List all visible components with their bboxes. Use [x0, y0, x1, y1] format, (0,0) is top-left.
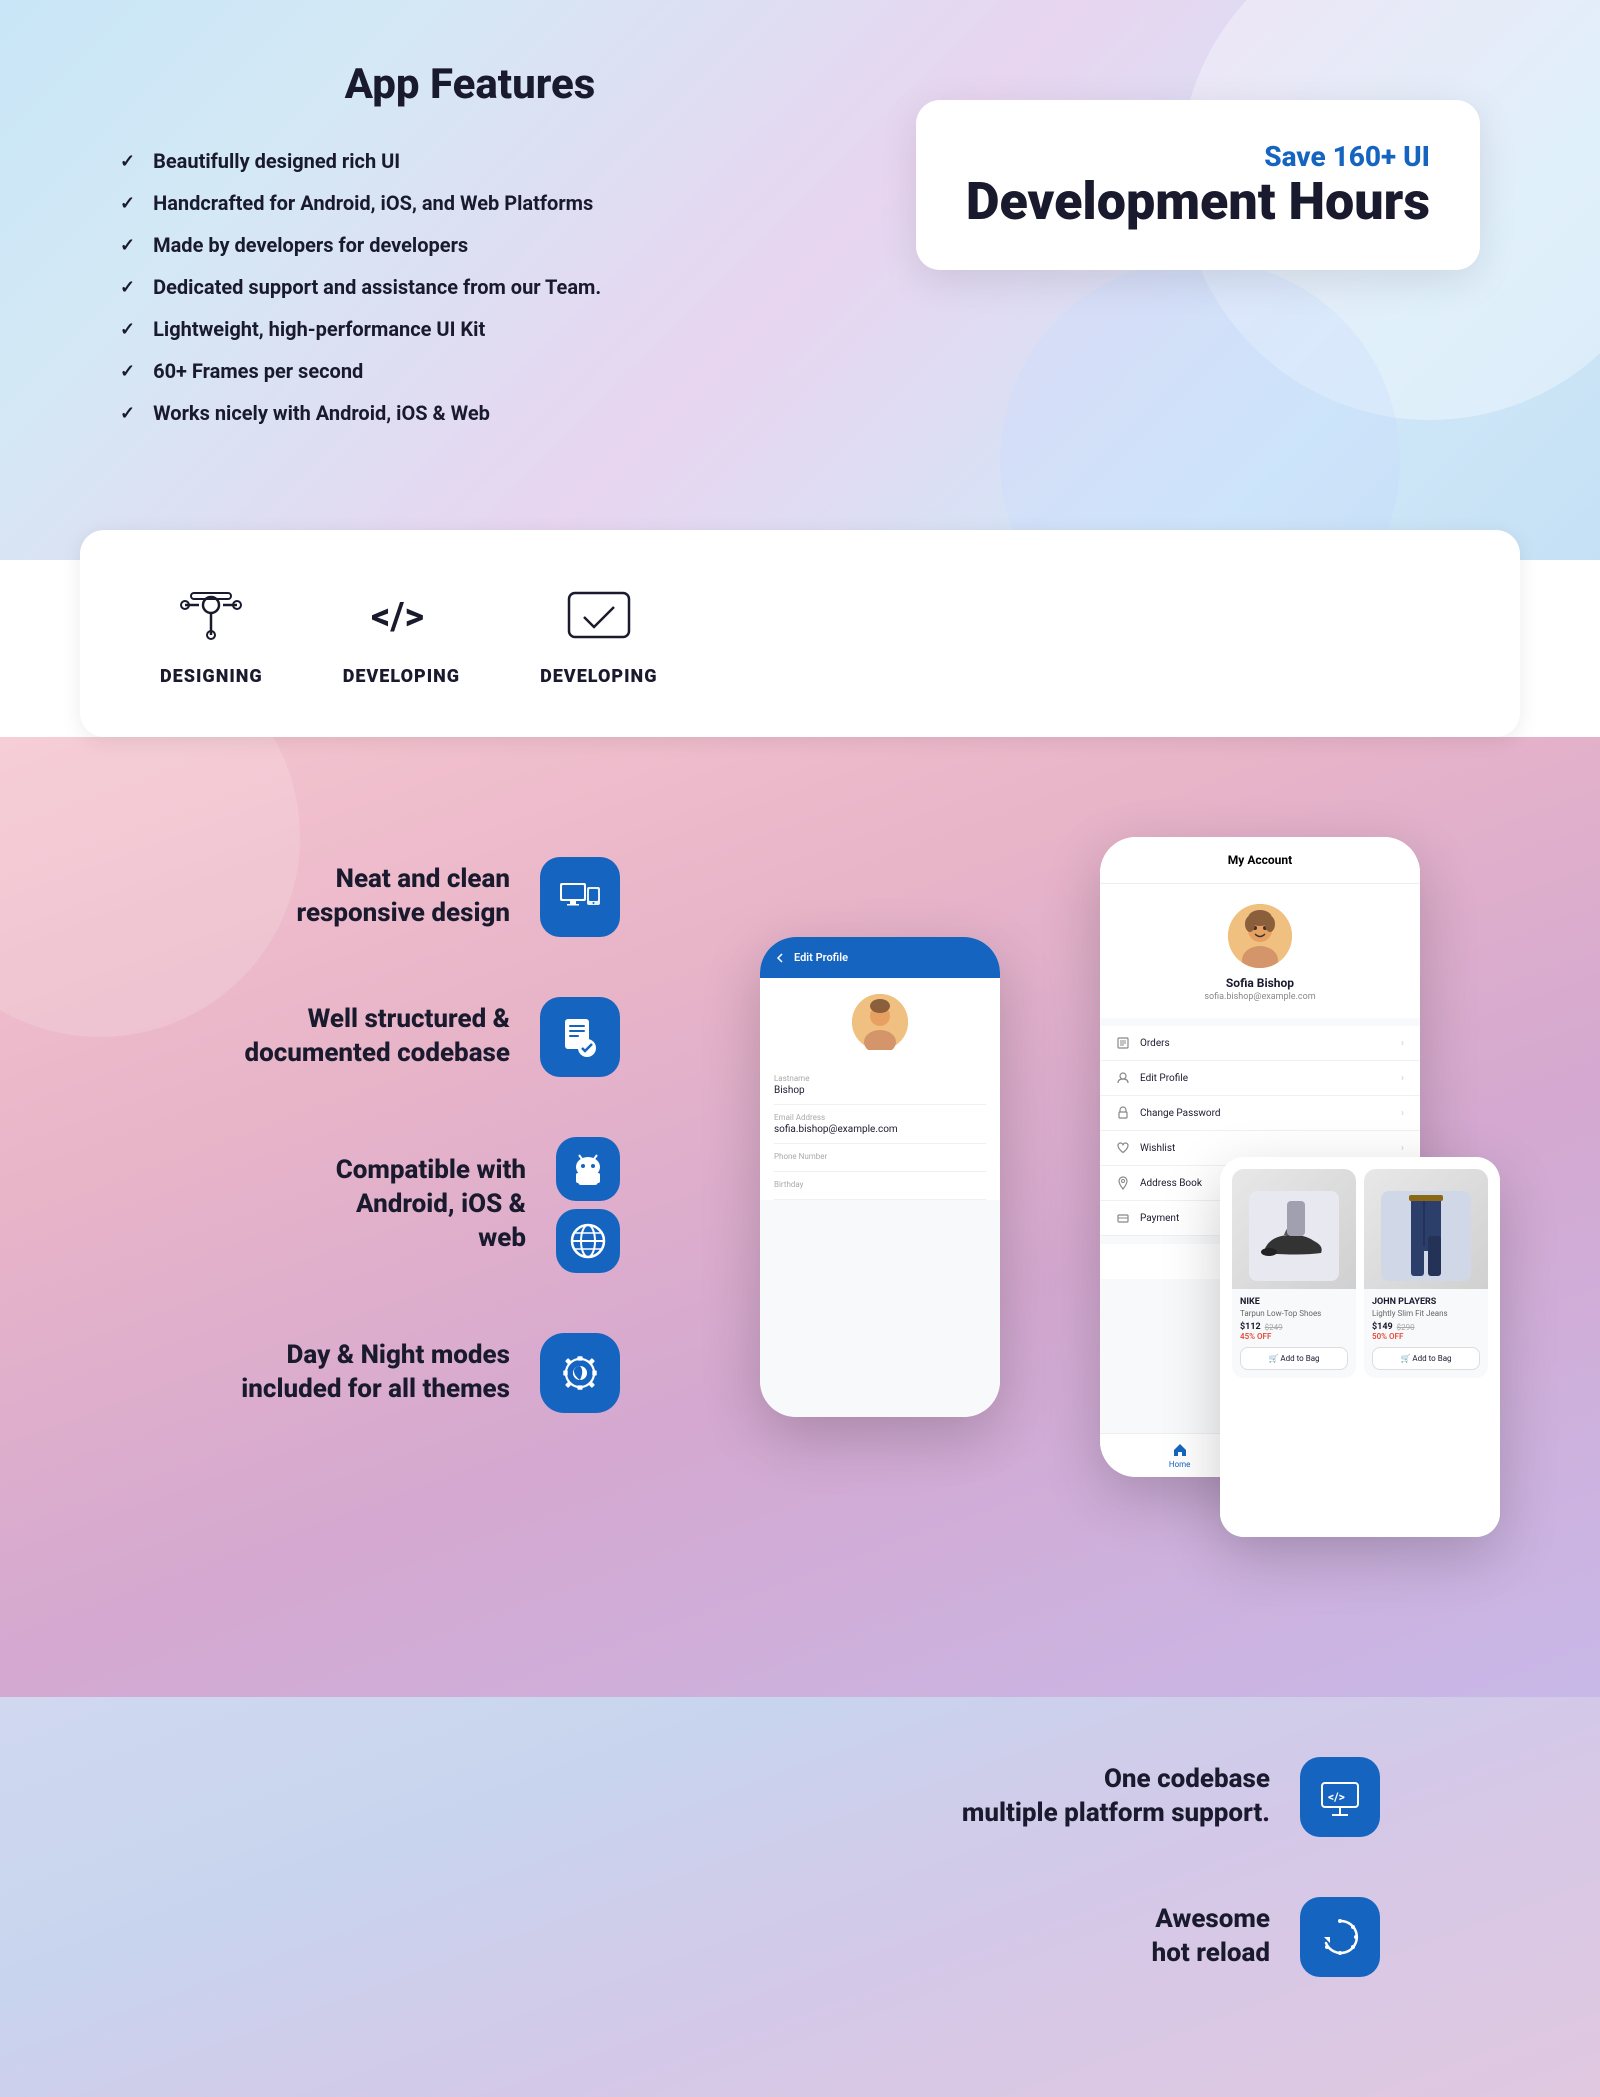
- menu-item-change-password[interactable]: Change Password ›: [1100, 1096, 1420, 1131]
- cart-item-info-nike: NIKE Tarpun Low-Top Shoes $112 $249 45% …: [1232, 1289, 1356, 1378]
- cart-item-john-players: JOHN PLAYERS Lightly Slim Fit Jeans $149…: [1364, 1169, 1488, 1378]
- tool-label-designing: DESIGNING: [160, 666, 263, 687]
- feature-row-themes: Day & Night modesincluded for all themes: [120, 1333, 620, 1413]
- feature-row-hot-reload: Awesomehot reload: [1152, 1897, 1380, 1977]
- check-icon: ✓: [120, 319, 135, 340]
- middle-section: Neat and cleanresponsive design: [0, 737, 1600, 1697]
- form-field-phone: Phone Number: [774, 1144, 986, 1172]
- account-profile: Sofia Bishop sofia.bishop@example.com: [1100, 884, 1420, 1018]
- cart-pricing-jp: $149 $290: [1372, 1322, 1480, 1332]
- tool-item-designing: DESIGNING: [160, 580, 263, 687]
- cart-brand-jp: JOHN PLAYERS: [1372, 1297, 1480, 1307]
- web-icon: [556, 1209, 620, 1273]
- svg-text:</>: </>: [1328, 1790, 1345, 1804]
- page-title: App Features: [120, 60, 820, 109]
- cart-item-img-nike: [1232, 1169, 1356, 1289]
- list-item: ✓ Handcrafted for Android, iOS, and Web …: [120, 191, 820, 215]
- responsive-icon: [540, 857, 620, 937]
- nav-home[interactable]: Home: [1169, 1442, 1191, 1469]
- top-section: App Features ✓ Beautifully designed rich…: [0, 0, 1600, 560]
- cart-discount-nike: 45% OFF: [1240, 1332, 1348, 1341]
- list-item: ✓ Works nicely with Android, iOS & Web: [120, 401, 820, 425]
- phone-secondary: Edit Profile: [760, 937, 1000, 1417]
- feature-text-responsive: Neat and cleanresponsive design: [297, 863, 511, 931]
- menu-item-orders[interactable]: Orders ›: [1100, 1026, 1420, 1061]
- document-icon: [540, 997, 620, 1077]
- cart-item-info-jp: JOHN PLAYERS Lightly Slim Fit Jeans $149…: [1364, 1289, 1488, 1378]
- list-item: ✓ Made by developers for developers: [120, 233, 820, 257]
- cart-product-jp: Lightly Slim Fit Jeans: [1372, 1309, 1480, 1318]
- feature-row-codebase-platform: One codebasemultiple platform support. <…: [962, 1757, 1380, 1837]
- features-middle-left: Neat and cleanresponsive design: [120, 817, 620, 1617]
- check-icon: ✓: [120, 235, 135, 256]
- cart-pricing-nike: $112 $249: [1240, 1322, 1348, 1332]
- cart-discount-jp: 50% OFF: [1372, 1332, 1480, 1341]
- edit-avatar: [760, 978, 1000, 1066]
- bottom-features: One codebasemultiple platform support. <…: [780, 1757, 1480, 1977]
- code-monitor-icon: </>: [1300, 1757, 1380, 1837]
- cart-product-nike: Tarpun Low-Top Shoes: [1240, 1309, 1348, 1318]
- bottom-section: One codebasemultiple platform support. <…: [0, 1697, 1600, 2097]
- form-field-email: Email Address sofia.bishop@example.com: [774, 1105, 986, 1144]
- cart-item-img-jp: [1364, 1169, 1488, 1289]
- feature-text-platforms: Compatible withAndroid, iOS &web: [336, 1154, 526, 1255]
- svg-text:</>: </>: [371, 595, 424, 639]
- tools-section: DESIGNING </> DEVELOPING DEVELOPING: [80, 530, 1520, 737]
- form-fields: Lastname Bishop Email Address sofia.bish…: [760, 1066, 1000, 1200]
- cart-brand-nike: NIKE: [1240, 1297, 1348, 1307]
- cart-item-nike: NIKE Tarpun Low-Top Shoes $112 $249 45% …: [1232, 1169, 1356, 1378]
- save-card: Save 160+ UI Development Hours: [916, 100, 1480, 270]
- design-icon: [166, 580, 256, 650]
- phone-cart: NIKE Tarpun Low-Top Shoes $112 $249 45% …: [1220, 1157, 1500, 1537]
- reload-icon: [1300, 1897, 1380, 1977]
- check-icon: ✓: [120, 361, 135, 382]
- tool-item-developing: </> DEVELOPING: [343, 580, 460, 687]
- feature-text-codebase: Well structured &documented codebase: [244, 1003, 510, 1071]
- deploy-icon: [554, 580, 644, 650]
- cart-items: NIKE Tarpun Low-Top Shoes $112 $249 45% …: [1232, 1169, 1488, 1378]
- tool-item-deploying: DEVELOPING: [540, 580, 657, 687]
- avatar: [1228, 904, 1292, 968]
- android-icon: [556, 1137, 620, 1201]
- code-icon: </>: [356, 580, 446, 650]
- list-item: ✓ Lightweight, high-performance UI Kit: [120, 317, 820, 341]
- feature-row-responsive: Neat and cleanresponsive design: [120, 857, 620, 937]
- account-header: My Account: [1100, 837, 1420, 884]
- save-hours: Development Hours: [966, 173, 1430, 230]
- list-item: ✓ 60+ Frames per second: [120, 359, 820, 383]
- features-left: App Features ✓ Beautifully designed rich…: [120, 60, 820, 443]
- tool-label-developing1: DEVELOPING: [343, 666, 460, 687]
- phone-mockups: My Account: [700, 817, 1480, 1617]
- add-to-bag-nike[interactable]: 🛒 Add to Bag: [1240, 1347, 1348, 1370]
- check-icon: ✓: [120, 277, 135, 298]
- list-item: ✓ Beautifully designed rich UI: [120, 149, 820, 173]
- feature-text-hot-reload: Awesomehot reload: [1152, 1903, 1270, 1971]
- feature-list: ✓ Beautifully designed rich UI ✓ Handcra…: [120, 149, 820, 425]
- feature-row-codebase: Well structured &documented codebase: [120, 997, 620, 1077]
- check-icon: ✓: [120, 403, 135, 424]
- menu-item-edit-profile[interactable]: Edit Profile ›: [1100, 1061, 1420, 1096]
- profile-name: Sofia Bishop: [1226, 976, 1294, 990]
- feature-row-platforms: Compatible withAndroid, iOS &web: [120, 1137, 620, 1273]
- profile-email: sofia.bishop@example.com: [1204, 992, 1315, 1002]
- edit-profile-header: Edit Profile: [760, 937, 1000, 978]
- form-field-birthday: Birthday: [774, 1172, 986, 1200]
- form-field-lastname: Lastname Bishop: [774, 1066, 986, 1105]
- check-icon: ✓: [120, 193, 135, 214]
- list-item: ✓ Dedicated support and assistance from …: [120, 275, 820, 299]
- save-label: Save 160+ UI: [966, 140, 1430, 173]
- add-to-bag-jp[interactable]: 🛒 Add to Bag: [1372, 1347, 1480, 1370]
- theme-icon: [540, 1333, 620, 1413]
- tool-label-developing2: DEVELOPING: [540, 666, 657, 687]
- feature-text-codebase-platform: One codebasemultiple platform support.: [962, 1763, 1270, 1831]
- feature-text-themes: Day & Night modesincluded for all themes: [241, 1339, 510, 1407]
- check-icon: ✓: [120, 151, 135, 172]
